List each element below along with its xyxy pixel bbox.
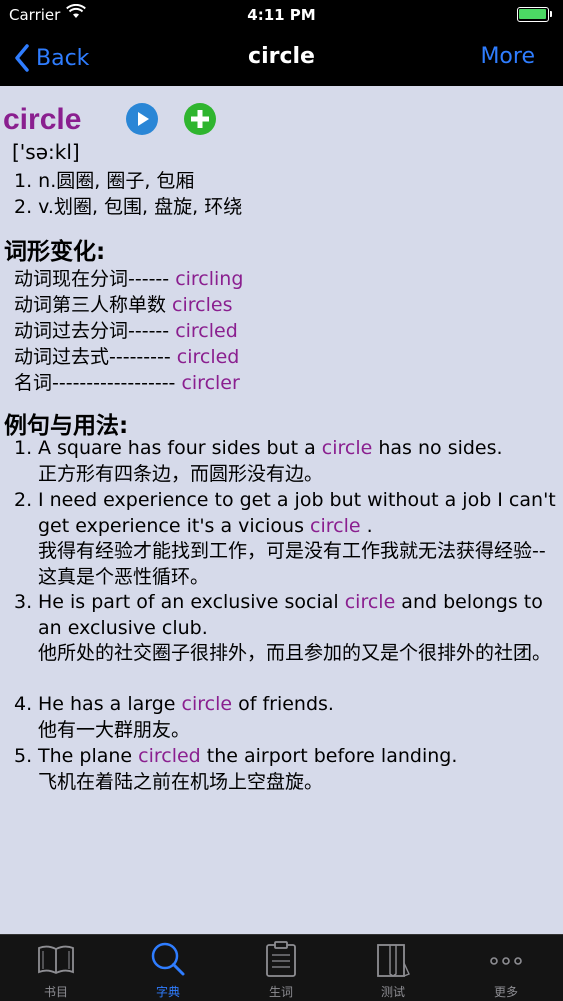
plus-icon — [191, 110, 209, 128]
more-button[interactable]: More — [480, 44, 535, 69]
example-translation: 正方形有四条边，而圆形没有边。 — [38, 462, 324, 485]
tab-label: 更多 — [493, 985, 518, 999]
example-keyword[interactable]: circle — [310, 515, 361, 537]
form-value[interactable]: circler — [181, 372, 239, 394]
add-word-button[interactable] — [184, 103, 216, 135]
example-keyword[interactable]: circle — [322, 437, 373, 459]
status-bar: Carrier 4:11 PM — [0, 0, 563, 30]
tab-label: 字典 — [155, 985, 180, 999]
example-translation: 他有一大群朋友。 — [38, 718, 191, 741]
example-text: I need experience to get a job but witho… — [38, 489, 556, 537]
example-item: 1. A square has four sides but a circle … — [14, 436, 562, 487]
form-row: 动词现在分词------ circling — [14, 264, 243, 291]
navigation-bar: Back circle More — [0, 30, 563, 86]
clock: 4:11 PM — [247, 6, 316, 24]
examples-title: 例句与用法: — [4, 413, 129, 439]
tab-vocabulary[interactable]: 生词 — [225, 935, 337, 1001]
phonetic: ['sə:kl] — [12, 140, 80, 164]
form-row: 名词------------------ circler — [14, 368, 240, 395]
headword-row: circle — [3, 100, 81, 140]
example-number: 2. — [14, 489, 33, 511]
example-keyword[interactable]: circled — [138, 745, 201, 767]
tab-label: 测试 — [380, 985, 405, 999]
play-pronunciation-button[interactable] — [126, 103, 158, 135]
example-text: of friends. — [232, 693, 334, 715]
form-label: 名词------------------ — [14, 372, 182, 394]
form-label: 动词现在分词------ — [14, 268, 176, 290]
chevron-left-icon — [15, 44, 29, 72]
tab-bar: 书目 字典 生词 测试 更多 — [0, 934, 563, 1001]
example-translation: 飞机在着陆之前在机场上空盘旋。 — [38, 770, 324, 793]
example-keyword[interactable]: circle — [182, 693, 233, 715]
form-row: 动词过去式--------- circled — [14, 342, 239, 369]
tab-label: 生词 — [268, 985, 293, 999]
example-text: the airport before landing. — [200, 745, 458, 767]
example-item: 4. He has a large circle of friends. 他有一大… — [14, 692, 562, 743]
tab-more[interactable]: 更多 — [450, 935, 562, 1001]
definition-2: 2. v.划圈, 包围, 盘旋, 环绕 — [14, 196, 243, 218]
battery-icon — [517, 7, 553, 22]
form-label: 动词第三人称单数 — [14, 294, 173, 316]
example-translation: 他所处的社交圈子很排外，而且参加的又是个很排外的社团。 — [38, 642, 552, 664]
example-text: He has a large — [38, 693, 182, 715]
test-icon — [377, 944, 410, 977]
example-text: has no sides. — [372, 437, 503, 459]
example-text: A square has four sides but a — [38, 437, 322, 459]
back-button[interactable]: Back — [14, 42, 89, 74]
dictionary-entry: circle ['sə:kl] 1. n.圆圈, 圈子, 包厢 2. v.划圈,… — [0, 86, 563, 934]
form-value[interactable]: circled — [175, 320, 238, 342]
example-item: 3. He is part of an exclusive social cir… — [14, 590, 562, 667]
example-text: The plane — [38, 745, 139, 767]
example-translation: 我得有经验才能找到工作，可是没有工作我就无法获得经验--这真是个恶性循环。 — [38, 540, 546, 588]
example-keyword[interactable]: circle — [345, 591, 396, 613]
play-icon — [138, 112, 149, 126]
tab-label: 书目 — [43, 985, 68, 999]
example-text: He is part of an exclusive social — [38, 591, 345, 613]
search-icon — [151, 942, 185, 976]
form-value[interactable]: circling — [175, 268, 243, 290]
top-bar: Carrier 4:11 PM Back circle More — [0, 0, 563, 86]
book-icon — [38, 945, 74, 975]
forms-title: 词形变化: — [4, 239, 106, 265]
example-item: 2. I need experience to get a job but wi… — [14, 488, 562, 590]
example-number: 3. — [14, 591, 33, 613]
example-number: 4. — [14, 693, 33, 715]
form-label: 动词过去分词------ — [14, 320, 176, 342]
headword: circle — [3, 103, 82, 136]
form-row: 动词过去分词------ circled — [14, 316, 238, 343]
form-value[interactable]: circles — [172, 294, 232, 316]
tab-catalog[interactable]: 书目 — [0, 935, 112, 1001]
example-number: 1. — [14, 437, 33, 459]
definition-1: 1. n.圆圈, 圈子, 包厢 — [14, 170, 195, 192]
example-text: . — [360, 514, 373, 537]
back-label: Back — [36, 45, 90, 71]
clipboard-icon — [266, 941, 296, 977]
example-item: 5. The plane circled the airport before … — [14, 744, 562, 795]
form-value[interactable]: circled — [177, 346, 240, 368]
form-row: 动词第三人称单数 circles — [14, 290, 232, 317]
tab-test[interactable]: 测试 — [337, 935, 449, 1001]
example-number: 5. — [14, 745, 33, 767]
more-icon — [490, 957, 522, 965]
tab-dictionary[interactable]: 字典 — [112, 935, 224, 1001]
form-label: 动词过去式--------- — [14, 346, 177, 368]
